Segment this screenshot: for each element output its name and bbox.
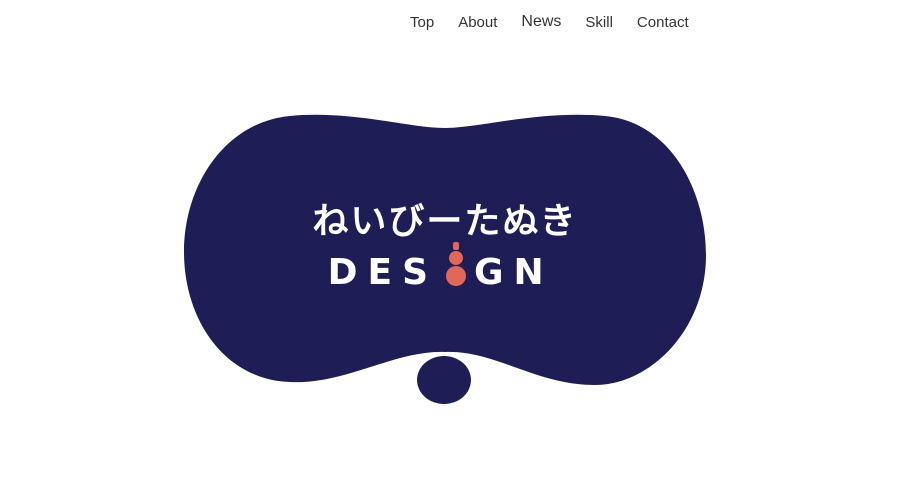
logo-en-text-right: GN xyxy=(474,252,554,293)
logo-jp-text: ねいびーたぬき xyxy=(312,201,577,242)
logo-en-text-left: DES xyxy=(328,252,438,293)
logo-blob xyxy=(184,114,706,385)
page: Top About News Skill Contact ねいびーたぬき DES… xyxy=(0,0,900,500)
hero-logo: ねいびーたぬき DES GN xyxy=(184,114,706,404)
logo-small-blob xyxy=(417,356,471,404)
